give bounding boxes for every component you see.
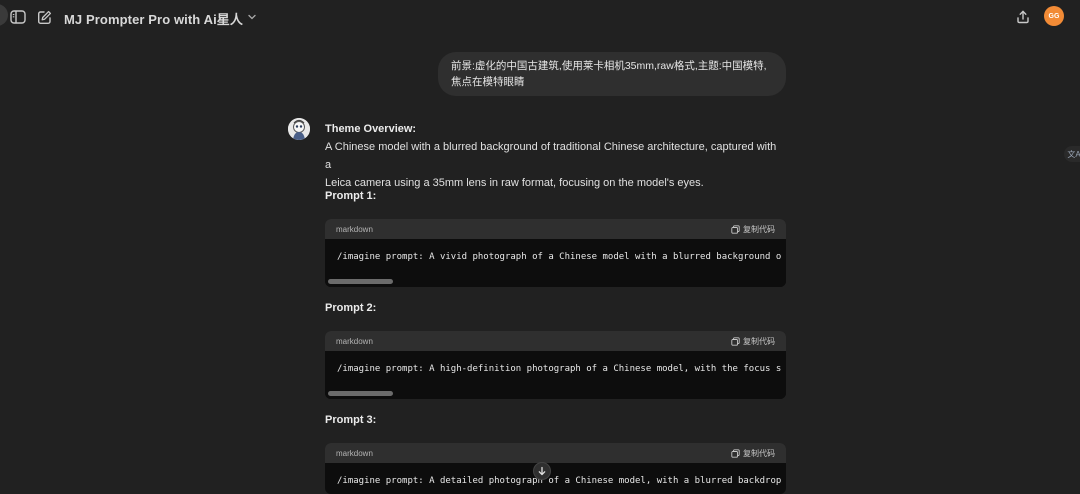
horizontal-scrollbar[interactable] [325, 389, 786, 399]
page-title: MJ Prompter Pro with Ai星人 [64, 11, 243, 27]
prompt-1-label: Prompt 1: [325, 190, 377, 202]
code-language-label: markdown [336, 336, 373, 346]
code-text: /imagine prompt: A vivid photograph of a… [337, 252, 782, 262]
user-message-line: 前景:虚化的中国古建筑,使用莱卡相机35mm,raw格式,主题:中国模特, [451, 60, 767, 72]
code-block-prompt-3: markdown 复制代码 /imagine prompt: A detaile… [325, 443, 786, 494]
copy-code-label: 复制代码 [743, 336, 775, 346]
theme-overview-text: Leica camera using a 35mm lens in raw fo… [325, 177, 704, 189]
copy-code-label: 复制代码 [743, 224, 775, 234]
prompt-3-label: Prompt 3: [325, 414, 377, 426]
code-block-prompt-1: markdown 复制代码 /imagine prompt: A vivid p… [325, 219, 786, 287]
user-avatar[interactable]: GG [1044, 6, 1064, 26]
scroll-to-bottom-button[interactable] [533, 462, 551, 480]
code-block-header: markdown 复制代码 [325, 219, 786, 239]
assistant-message: Theme Overview: A Chinese model with a b… [325, 120, 785, 192]
theme-overview-text: A Chinese model with a blurred backgroun… [325, 141, 777, 171]
copy-code-button[interactable]: 复制代码 [731, 336, 775, 347]
top-bar: MJ Prompter Pro with Ai星人 GG [0, 0, 1080, 36]
copy-code-button[interactable]: 复制代码 [731, 448, 775, 459]
new-chat-icon[interactable] [35, 8, 53, 26]
copy-icon [731, 336, 740, 346]
scrollbar-thumb[interactable] [328, 279, 393, 284]
code-language-label: markdown [336, 448, 373, 458]
code-block-header: markdown 复制代码 [325, 443, 786, 463]
scrollbar-thumb[interactable] [328, 391, 393, 396]
code-text: /imagine prompt: A detailed photograph o… [337, 476, 782, 486]
sidebar-toggle-icon[interactable] [9, 8, 27, 26]
translate-tab[interactable]: 文A [1064, 146, 1080, 162]
copy-icon [731, 224, 740, 234]
robot-avatar-icon [288, 118, 310, 140]
collapsed-panel-edge[interactable] [0, 4, 8, 26]
prompt-2-label: Prompt 2: [325, 302, 377, 314]
code-block-header: markdown 复制代码 [325, 331, 786, 351]
user-message-bubble: 前景:虚化的中国古建筑,使用莱卡相机35mm,raw格式,主题:中国模特, 焦点… [438, 52, 786, 96]
copy-icon [731, 448, 740, 458]
theme-overview-heading: Theme Overview: [325, 123, 417, 135]
gpt-title-dropdown[interactable]: MJ Prompter Pro with Ai星人 [64, 9, 257, 27]
assistant-avatar [288, 118, 310, 140]
code-language-label: markdown [336, 224, 373, 234]
share-icon[interactable] [1014, 8, 1032, 26]
arrow-down-icon [538, 466, 546, 476]
chevron-down-icon [247, 9, 257, 27]
code-block-prompt-2: markdown 复制代码 /imagine prompt: A high-de… [325, 331, 786, 399]
copy-code-button[interactable]: 复制代码 [731, 224, 775, 235]
horizontal-scrollbar[interactable] [325, 277, 786, 287]
user-message-line: 焦点在模特眼睛 [451, 76, 525, 88]
code-text: /imagine prompt: A high-definition photo… [337, 364, 782, 374]
copy-code-label: 复制代码 [743, 448, 775, 458]
